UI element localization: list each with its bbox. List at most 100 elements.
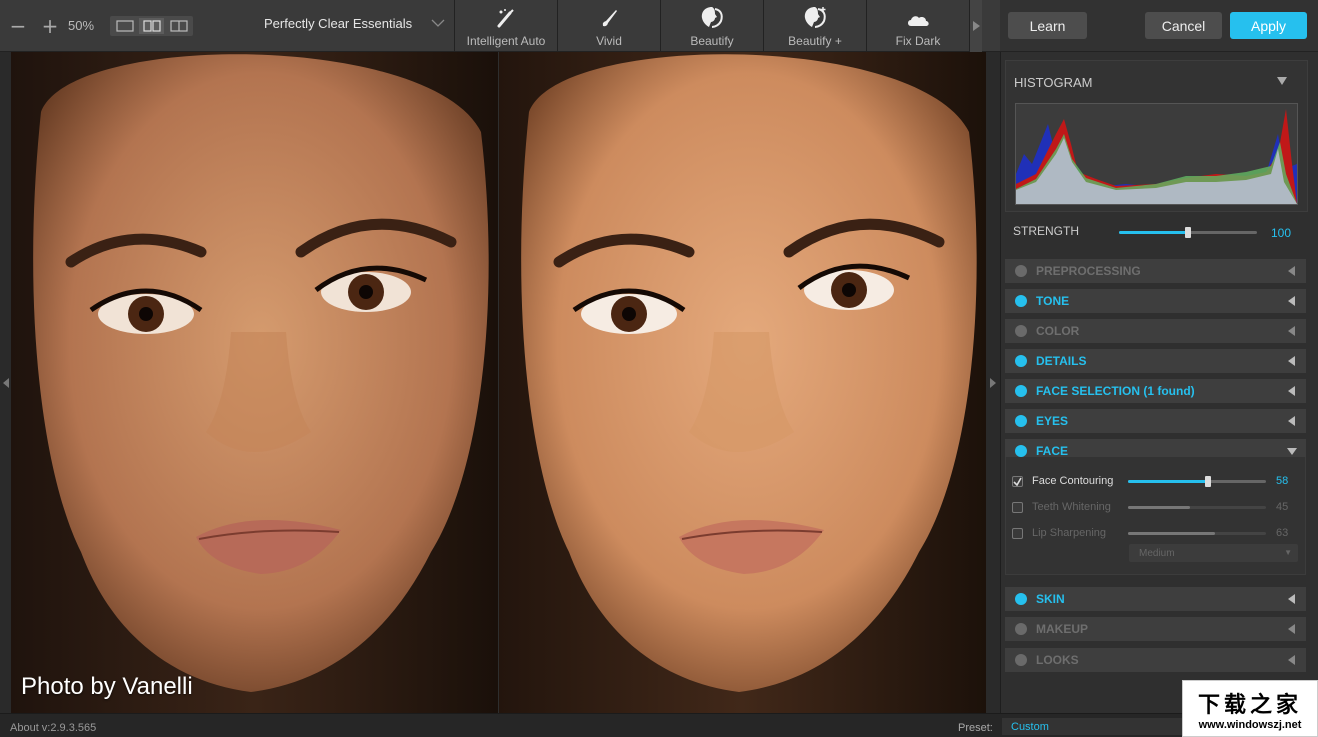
control-slider-knob[interactable]: [1205, 476, 1212, 487]
preset-label: Vivid: [596, 34, 622, 48]
preset-group-dropdown[interactable]: Perfectly Clear Essentials: [264, 16, 412, 31]
section-face[interactable]: FACE SELECTION (1 found): [1005, 379, 1306, 403]
strength-slider-fill: [1119, 231, 1188, 234]
control-slider[interactable]: [1128, 532, 1266, 535]
cancel-button[interactable]: Cancel: [1145, 12, 1222, 39]
section-skin[interactable]: SKIN: [1005, 587, 1306, 611]
preset-beautify-plus[interactable]: Beautify +: [764, 0, 867, 52]
collapse-left-handle[interactable]: [0, 52, 11, 713]
control-label: Face Contouring: [1032, 475, 1114, 487]
section-label: COLOR: [1036, 324, 1080, 338]
brush-sparkle-icon: [497, 9, 514, 28]
section-toggle-dot[interactable]: [1015, 265, 1027, 277]
section-details[interactable]: DETAILS: [1005, 349, 1306, 373]
control-slider-fill: [1128, 506, 1191, 509]
site-logo-title: 下载之家: [1197, 691, 1302, 718]
side-by-side-view-button[interactable]: [139, 17, 165, 34]
apply-button[interactable]: Apply: [1230, 12, 1307, 39]
preset-vivid[interactable]: Vivid: [558, 0, 661, 52]
before-image: [11, 52, 498, 713]
face-profile-plus-icon: [804, 7, 826, 28]
section-label: SKIN: [1036, 592, 1065, 606]
section-toggle-dot[interactable]: [1015, 415, 1027, 427]
collapsed-triangle-icon: [1288, 386, 1295, 396]
strength-value: 100: [1271, 226, 1292, 240]
section-label: FACE: [1036, 444, 1069, 458]
preset-select[interactable]: Custom: [1002, 718, 1182, 735]
histogram-title: HISTOGRAM: [1014, 75, 1093, 90]
section-toggle-dot[interactable]: [1015, 623, 1027, 635]
version-link[interactable]: About v:2.9.3.565: [10, 722, 96, 734]
section-toggle-dot[interactable]: [1015, 295, 1027, 307]
control-slider[interactable]: [1128, 506, 1266, 509]
single-view-icon: [115, 19, 134, 32]
top-toolbar: − + 50% Perfectly Clear Essentials Intel: [0, 0, 1000, 52]
preset-value: Custom: [1011, 720, 1049, 733]
single-view-button[interactable]: [112, 18, 137, 34]
collapse-right-handle[interactable]: [986, 52, 1000, 713]
section-makeup[interactable]: MAKEUP: [1005, 617, 1306, 641]
section-label: TONE: [1036, 294, 1070, 308]
section-toggle-dot[interactable]: [1015, 355, 1027, 367]
checkmark-icon: [1013, 477, 1022, 486]
section-looks[interactable]: LOOKS: [1005, 648, 1306, 672]
control-label: Teeth Whitening: [1032, 501, 1111, 513]
collapsed-triangle-icon: [1288, 416, 1295, 426]
zoom-level: 50%: [68, 18, 95, 33]
strength-label: STRENGTH: [1013, 224, 1079, 238]
preset-fix-dark[interactable]: Fix Dark: [867, 0, 970, 52]
section-color[interactable]: COLOR: [1005, 319, 1306, 343]
strength-slider-knob[interactable]: [1185, 227, 1191, 238]
section-toggle-dot[interactable]: [1015, 385, 1027, 397]
preset-label: Preset:: [958, 722, 993, 734]
lip-sharpening-mode-select[interactable]: Medium ▼: [1129, 544, 1298, 562]
face-profile-icon: [701, 7, 723, 28]
section-label: DETAILS: [1036, 354, 1087, 368]
section-label: EYES: [1036, 414, 1069, 428]
site-logo-url: www.windowszj.net: [1198, 718, 1302, 731]
side-by-side-icon: [142, 19, 161, 32]
enable-checkbox[interactable]: [1012, 501, 1023, 513]
split-view-button[interactable]: [166, 18, 191, 34]
enable-checkbox[interactable]: [1012, 527, 1023, 539]
preset-label: Beautify +: [788, 34, 842, 48]
chevron-down-icon[interactable]: [430, 18, 446, 28]
collapsed-triangle-icon: [1288, 356, 1295, 366]
preset-beautify[interactable]: Beautify: [661, 0, 764, 52]
control-slider[interactable]: [1128, 476, 1266, 487]
face-control-row: Lip Sharpening: [1012, 526, 1132, 540]
preset-intelligent-auto[interactable]: Intelligent Auto: [455, 0, 558, 52]
section-tone[interactable]: TONE: [1005, 289, 1306, 313]
preset-label: Intelligent Auto: [466, 34, 546, 48]
learn-button[interactable]: Learn: [1008, 12, 1087, 39]
control-value: 45: [1276, 501, 1289, 513]
face-control-row: Teeth Whitening: [1012, 500, 1132, 514]
section-toggle-dot[interactable]: [1015, 654, 1027, 666]
adjustments-panel: HISTOGRAM STRENGTH 100 PREPROCESSING TONE…: [1000, 52, 1318, 713]
chevron-down-icon: ▼: [1284, 548, 1292, 557]
section-eyes[interactable]: EYES: [1005, 409, 1306, 433]
chevron-right-icon: [972, 21, 980, 31]
zoom-in-button[interactable]: +: [36, 0, 64, 52]
collapse-triangle-icon[interactable]: [1277, 77, 1287, 85]
view-mode-switch: [110, 15, 194, 36]
preset-label: Beautify: [690, 34, 734, 48]
histogram-box: HISTOGRAM: [1005, 60, 1308, 212]
chevron-left-icon: [2, 377, 9, 388]
section-preprocessing[interactable]: PREPROCESSING: [1005, 259, 1306, 283]
view-controls: − + 50% Perfectly Clear Essentials: [0, 0, 455, 51]
collapsed-triangle-icon: [1288, 266, 1295, 276]
more-presets-button[interactable]: [970, 0, 982, 52]
strength-slider[interactable]: [1119, 227, 1257, 238]
select-value: Medium: [1139, 547, 1175, 559]
control-value: 58: [1276, 475, 1289, 487]
section-label: LOOKS: [1036, 653, 1079, 667]
section-toggle-dot[interactable]: [1015, 325, 1027, 337]
control-slider-fill: [1128, 532, 1215, 535]
zoom-out-button[interactable]: −: [0, 0, 36, 52]
section-toggle-dot[interactable]: [1015, 445, 1027, 457]
split-view-icon: [169, 19, 188, 32]
enable-checkbox[interactable]: [1012, 475, 1023, 487]
section-toggle-dot[interactable]: [1015, 593, 1027, 605]
photo-credit: Photo by Vanelli: [21, 673, 193, 700]
